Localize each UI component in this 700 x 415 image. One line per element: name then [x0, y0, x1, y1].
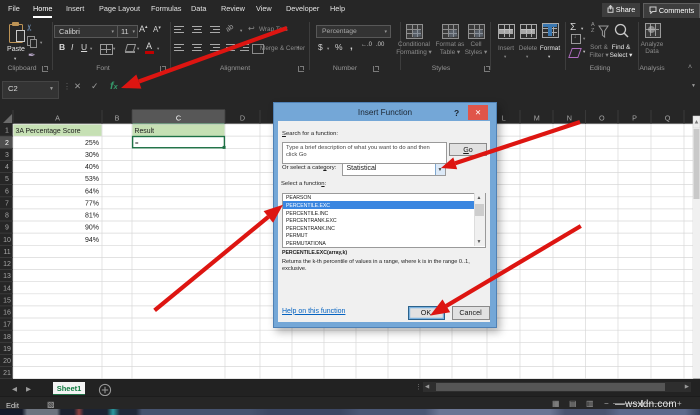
svg-text:M: M	[534, 114, 540, 123]
svg-text:10: 10	[3, 237, 11, 244]
svg-text:94%: 94%	[85, 237, 99, 244]
svg-text:3: 3	[5, 152, 9, 159]
svg-text:9: 9	[5, 225, 9, 232]
svg-text:C: C	[176, 114, 181, 123]
svg-text:2: 2	[5, 140, 9, 147]
svg-text:6: 6	[5, 188, 9, 195]
svg-text:20: 20	[3, 358, 11, 365]
svg-text:64%: 64%	[85, 188, 99, 195]
svg-text:18: 18	[3, 334, 11, 341]
svg-text:Q: Q	[665, 114, 671, 123]
svg-text:D: D	[240, 114, 245, 123]
svg-text:5: 5	[5, 176, 9, 183]
svg-text:Result: Result	[135, 128, 155, 135]
svg-text:17: 17	[3, 322, 11, 329]
svg-text:16: 16	[3, 310, 11, 317]
svg-text:90%: 90%	[85, 225, 99, 232]
svg-text:19: 19	[3, 346, 11, 353]
svg-text:3A Percentage Score: 3A Percentage Score	[16, 128, 81, 135]
svg-text:14: 14	[3, 285, 11, 292]
svg-text:N: N	[567, 114, 572, 123]
svg-text:12: 12	[3, 261, 11, 268]
svg-text:53%: 53%	[85, 176, 99, 183]
svg-text:7: 7	[5, 200, 9, 207]
svg-text:15: 15	[3, 297, 11, 304]
svg-text:L: L	[502, 114, 506, 123]
svg-text:B: B	[115, 114, 120, 123]
svg-text:13: 13	[3, 273, 11, 280]
svg-text:4: 4	[5, 164, 9, 171]
svg-text:30%: 30%	[85, 152, 99, 159]
svg-text:=: =	[135, 141, 139, 147]
svg-text:8: 8	[5, 213, 9, 220]
svg-text:25%: 25%	[85, 140, 99, 147]
svg-text:40%: 40%	[85, 164, 99, 171]
svg-text:A: A	[55, 114, 60, 123]
svg-text:1: 1	[5, 128, 9, 135]
svg-text:81%: 81%	[85, 213, 99, 220]
svg-text:77%: 77%	[85, 200, 99, 207]
svg-text:P: P	[632, 114, 637, 123]
svg-text:21: 21	[3, 370, 11, 377]
svg-text:11: 11	[3, 249, 10, 256]
svg-text:O: O	[599, 114, 605, 123]
